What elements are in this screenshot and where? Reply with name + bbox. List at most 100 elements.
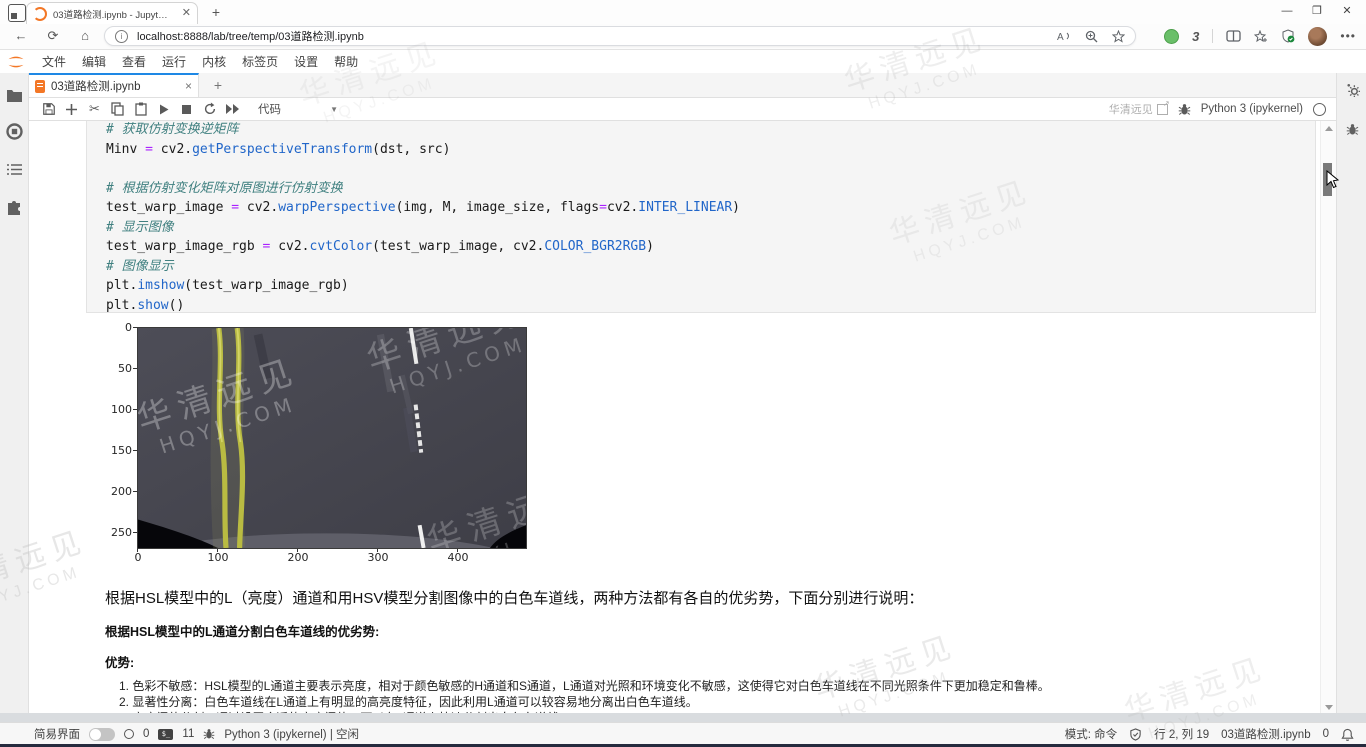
copy-cell-icon[interactable] — [106, 99, 129, 119]
menu-view[interactable]: 查看 — [114, 53, 154, 70]
minimize-button[interactable]: — — [1272, 0, 1302, 24]
tab-close-icon[interactable]: ✕ — [182, 8, 191, 19]
browser-menu-icon[interactable]: ••• — [1340, 29, 1356, 43]
cut-cell-icon[interactable]: ✂ — [83, 99, 106, 119]
address-bar[interactable]: i localhost:8888/lab/tree/temp/03道路检测.ip… — [104, 26, 1136, 46]
add-cell-icon[interactable] — [60, 99, 83, 119]
interrupt-kernel-icon[interactable] — [175, 99, 198, 119]
y-tick: 100 — [104, 403, 132, 416]
horizontal-scroll-band[interactable] — [0, 713, 1366, 722]
refresh-icon[interactable]: ⟳ — [42, 26, 64, 46]
svg-text:A: A — [1057, 32, 1064, 42]
file-browser-icon[interactable] — [6, 88, 23, 102]
profile-avatar[interactable] — [1308, 27, 1327, 46]
kernel-status-icon[interactable] — [1313, 103, 1326, 116]
jupyterlab-menubar: 文件 编辑 查看 运行 内核 标签页 设置 帮助 — [0, 50, 1366, 74]
cursor-position[interactable]: 行 2, 列 19 — [1154, 726, 1209, 742]
menu-file[interactable]: 文件 — [34, 53, 74, 70]
jupyter-logo-icon — [6, 54, 26, 70]
menu-help[interactable]: 帮助 — [326, 53, 366, 70]
browser-titlebar: 03道路检测.ipynb - JupyterLab ✕ + — ❐ ✕ — [0, 0, 1366, 24]
paste-cell-icon[interactable] — [129, 99, 152, 119]
scroll-down-icon[interactable] — [1325, 705, 1333, 710]
vertical-scrollbar[interactable] — [1320, 121, 1336, 713]
kernel-count-icon — [124, 729, 134, 739]
kernel-status-text[interactable]: Python 3 (ipykernel) | 空闲 — [224, 726, 359, 742]
collections-icon[interactable] — [1254, 30, 1268, 43]
terminal-icon: $_ — [158, 729, 173, 740]
y-tick: 0 — [104, 321, 132, 334]
extension-green-icon[interactable] — [1164, 29, 1179, 44]
cell-type-value: 代码 — [258, 101, 281, 117]
y-tick: 50 — [104, 362, 132, 375]
home-icon[interactable]: ⌂ — [74, 26, 96, 46]
debugger-bug-icon[interactable] — [1178, 103, 1191, 116]
notebook-icon — [35, 80, 45, 93]
run-cell-icon[interactable] — [152, 99, 175, 119]
kernel-count[interactable]: 0 — [143, 728, 149, 740]
matplotlib-figure: 0 50 100 150 200 250 0 100 200 300 400 — [100, 318, 570, 570]
notification-count[interactable]: 0 — [1323, 728, 1329, 740]
list-item: 2. 显著性分离：白色车道线在L通道上有明显的高亮度特征，因此利用L通道可以较容… — [119, 694, 1269, 710]
x-tick: 200 — [278, 551, 318, 564]
menu-edit[interactable]: 编辑 — [74, 53, 114, 70]
markdown-subheading: 优势: — [105, 652, 134, 671]
password-shield-icon[interactable] — [1281, 29, 1295, 43]
chevron-down-icon: ▼ — [330, 105, 338, 114]
road-birdseye-svg — [138, 328, 526, 548]
bell-icon[interactable] — [1341, 728, 1354, 741]
property-inspector-icon[interactable] — [1345, 82, 1360, 97]
x-tick: 100 — [198, 551, 238, 564]
y-tick: 250 — [104, 526, 132, 539]
url-text[interactable]: localhost:8888/lab/tree/temp/03道路检测.ipyn… — [137, 28, 364, 44]
add-notebook-tab-button[interactable]: + — [207, 76, 229, 96]
menu-run[interactable]: 运行 — [154, 53, 194, 70]
zoom-icon[interactable] — [1085, 30, 1098, 43]
simple-mode-toggle[interactable] — [89, 728, 115, 741]
jupyter-favicon-icon — [33, 7, 47, 21]
save-icon[interactable] — [37, 99, 60, 119]
browser-tab[interactable]: 03道路检测.ipynb - JupyterLab ✕ — [26, 2, 198, 24]
simple-mode-label: 简易界面 — [34, 726, 80, 742]
new-tab-button[interactable]: + — [206, 4, 226, 22]
running-kernels-icon[interactable] — [6, 123, 23, 140]
notebook-tabbar: 03道路检测.ipynb × + — [29, 73, 1336, 98]
tab-actions-icon[interactable] — [8, 4, 26, 22]
edge-browser-window: 03道路检测.ipynb - JupyterLab ✕ + — ❐ ✕ ← ⟳ … — [0, 0, 1366, 747]
menu-kernel[interactable]: 内核 — [194, 53, 234, 70]
close-button[interactable]: ✕ — [1332, 0, 1362, 24]
x-tick: 400 — [438, 551, 478, 564]
statusbar-filename: 03道路检测.ipynb — [1221, 726, 1310, 742]
maximize-button[interactable]: ❐ — [1302, 0, 1332, 24]
x-tick: 300 — [358, 551, 398, 564]
cell-type-dropdown[interactable]: 代码 ▼ — [258, 101, 338, 117]
markdown-heading: 根据HSL模型中的L通道分割白色车道线的优劣势: — [105, 621, 379, 640]
menu-settings[interactable]: 设置 — [286, 53, 326, 70]
notebook-tab-title: 03道路检测.ipynb — [51, 78, 140, 94]
debugger-panel-icon[interactable] — [1346, 123, 1359, 136]
scroll-up-icon[interactable] — [1325, 126, 1333, 131]
kernel-name[interactable]: Python 3 (ipykernel) — [1201, 103, 1303, 115]
markdown-paragraph: 根据HSL模型中的L（亮度）通道和用HSV模型分割图像中的白色车道线，两种方法都… — [105, 587, 923, 608]
extension-icon[interactable]: 3 — [1192, 29, 1199, 44]
code-cell-editor[interactable]: # 获取仿射变换逆矩阵Minv = cv2.getPerspectiveTran… — [86, 121, 1316, 313]
mode-indicator[interactable]: 模式: 命令 — [1065, 726, 1117, 742]
status-bug-icon[interactable] — [203, 728, 215, 740]
back-icon[interactable]: ← — [10, 26, 32, 46]
notebook-tab-close-icon[interactable]: × — [185, 79, 192, 93]
menu-tabs[interactable]: 标签页 — [234, 53, 286, 70]
site-info-icon[interactable]: i — [115, 30, 128, 43]
y-tick: 200 — [104, 485, 132, 498]
read-aloud-icon[interactable]: A — [1057, 30, 1071, 42]
notebook-toolbar: ✂ 代码 ▼ 华清远见 Python 3 (ipykernel) — [29, 98, 1336, 121]
table-of-contents-icon[interactable] — [6, 163, 23, 176]
extension-manager-icon[interactable] — [6, 201, 23, 218]
trust-shield-icon[interactable] — [1129, 728, 1142, 741]
terminal-count[interactable]: 11 — [182, 728, 194, 740]
split-screen-icon[interactable] — [1226, 30, 1241, 42]
favorite-star-icon[interactable] — [1112, 30, 1125, 43]
restart-kernel-icon[interactable] — [198, 99, 221, 119]
browser-toolbar: ← ⟳ ⌂ i localhost:8888/lab/tree/temp/03道… — [0, 24, 1366, 50]
restart-run-all-icon[interactable] — [221, 99, 244, 119]
notebook-tab[interactable]: 03道路检测.ipynb × — [29, 73, 199, 97]
